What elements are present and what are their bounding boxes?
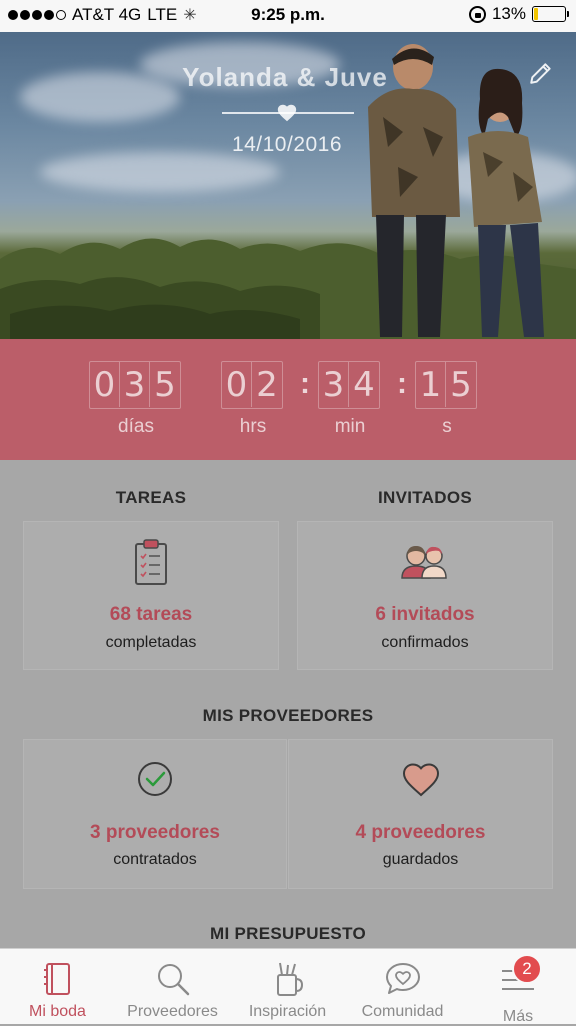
- community-heart-icon: [385, 963, 420, 994]
- notification-badge: 2: [512, 954, 542, 984]
- countdown-hours: 0 2: [221, 361, 283, 409]
- colon-separator: :: [300, 367, 310, 400]
- presupuesto-title: MI PRESUPUESTO: [210, 924, 366, 943]
- days-label: días: [118, 416, 154, 437]
- menu-icon-wrapper: 2: [498, 949, 542, 1004]
- proveedores-guardados-card[interactable]: 4 proveedores guardados: [288, 739, 553, 889]
- heart-icon: [402, 763, 439, 797]
- digit: 5: [154, 364, 176, 405]
- tab-mi-boda[interactable]: Mi boda: [0, 949, 115, 1025]
- digit: 1: [416, 362, 446, 407]
- digit: 2: [256, 364, 278, 405]
- rotation-lock-icon: [468, 5, 486, 23]
- tab-label: Mi boda: [29, 1003, 86, 1020]
- tab-label: Más: [502, 1008, 534, 1025]
- heart-icon: [277, 104, 297, 122]
- check-circle-icon: [138, 762, 172, 796]
- tab-inspiracion[interactable]: Inspiración: [230, 949, 345, 1025]
- minutes-label: min: [334, 416, 366, 437]
- digit: 3: [319, 362, 349, 407]
- notebook-icon: [43, 963, 70, 995]
- countdown-seconds: 1 5: [415, 361, 477, 409]
- hours-label: hrs: [239, 416, 267, 437]
- colon-separator: :: [397, 367, 407, 400]
- tareas-count: 68 tareas: [109, 604, 193, 625]
- status-right: 13%: [468, 4, 569, 24]
- tareas-card[interactable]: 68 tareas completadas: [23, 521, 279, 670]
- guests-icon: [401, 546, 447, 579]
- edit-pencil-icon[interactable]: [528, 60, 554, 86]
- tab-mas[interactable]: 2 Más: [460, 949, 576, 1025]
- countdown-minutes: 3 4: [318, 361, 380, 409]
- proveedores-contratados-card[interactable]: 3 proveedores contratados: [23, 739, 287, 889]
- hero-cover-photo[interactable]: Yolanda & Juve 14/10/2016: [0, 32, 576, 339]
- contratados-sub: contratados: [113, 851, 197, 868]
- tareas-sub: completadas: [105, 634, 197, 651]
- tab-comunidad[interactable]: Comunidad: [345, 949, 460, 1025]
- couple-names: Yolanda & Juve: [182, 62, 388, 92]
- tab-label: Proveedores: [127, 1003, 218, 1020]
- countdown-days: 0 3 5: [89, 361, 181, 409]
- invitados-title: INVITADOS: [377, 488, 472, 507]
- tab-proveedores[interactable]: Proveedores: [115, 949, 230, 1025]
- seconds-label: s: [442, 416, 452, 437]
- clipboard-checklist-icon: [135, 539, 167, 585]
- tareas-title: TAREAS: [115, 488, 187, 507]
- battery-icon: [532, 6, 569, 22]
- search-icon: [157, 964, 189, 996]
- digit: 4: [353, 364, 375, 405]
- guardados-count: 4 proveedores: [355, 822, 486, 843]
- inspiration-icon: [276, 962, 303, 996]
- guardados-sub: guardados: [382, 851, 459, 868]
- digit: 0: [90, 362, 120, 407]
- tab-label: Comunidad: [361, 1003, 444, 1020]
- dashboard-content: TAREAS 68 tareas completadas INVITADOS 6…: [0, 460, 576, 948]
- wedding-date: 14/10/2016: [231, 133, 343, 156]
- status-bar: AT&T 4G LTE ✳ 9:25 p.m. 13%: [0, 0, 576, 32]
- invitados-card[interactable]: 6 invitados confirmados: [297, 521, 553, 670]
- tab-bar: Mi boda Proveedores Inspiración Comunida…: [0, 948, 576, 1025]
- digit: 3: [120, 362, 150, 407]
- digit: 5: [450, 364, 472, 405]
- digit: 0: [222, 362, 252, 407]
- invitados-sub: confirmados: [381, 634, 469, 651]
- contratados-count: 3 proveedores: [90, 822, 220, 843]
- tab-label: Inspiración: [248, 1003, 327, 1020]
- battery-fill: [534, 8, 538, 20]
- invitados-count: 6 invitados: [375, 604, 475, 625]
- battery-percent: 13%: [491, 4, 526, 23]
- countdown-digits: 0 3 5 0 2 : 3 4 : 1 5: [0, 361, 576, 409]
- proveedores-title: MIS PROVEEDORES: [202, 706, 374, 725]
- countdown-panel: 0 3 5 0 2 : 3 4 : 1 5 días hrs min s: [0, 339, 576, 460]
